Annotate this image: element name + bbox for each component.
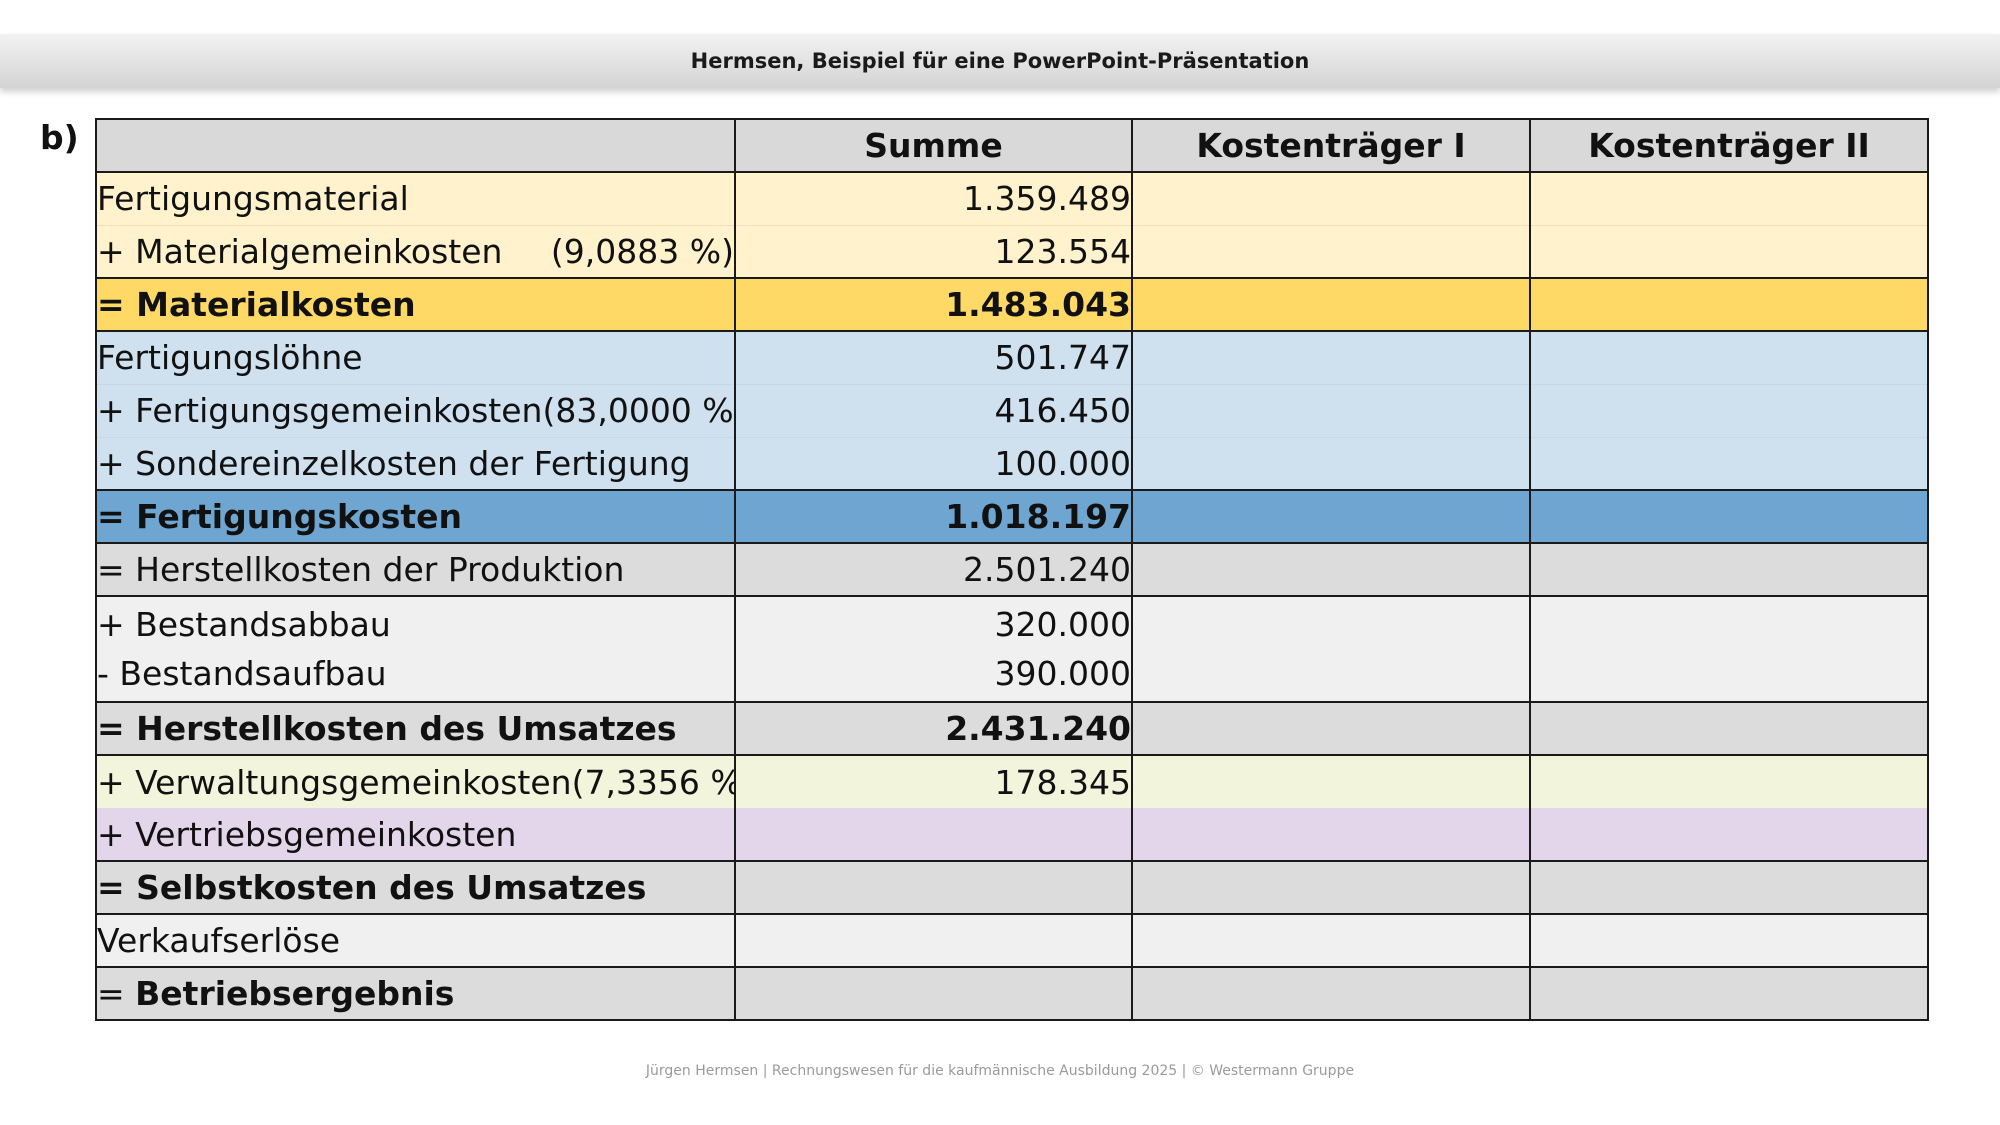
table-row: + Vertriebsgemeinkosten [95,808,1929,862]
row-label-line: + Bestandsabbau [97,605,391,644]
footer-copyright: Jürgen Hermsen | Rechnungswesen für die … [645,1063,1355,1079]
header-cell-summe: Summe [734,118,1133,173]
row-value-kt2 [1529,225,1929,279]
row-value-kt1 [1131,437,1531,491]
row-label: = Herstellkosten des Umsatzes [95,702,736,756]
row-value-summe: 1.018.197 [734,490,1133,544]
header-cell-kostentraeger-1: Kostenträger I [1131,118,1531,173]
row-label: Fertigungslöhne [95,331,736,385]
row-value-kt1 [1131,278,1531,332]
row-value-summe: 2.431.240 [734,702,1133,756]
row-label: + Vertriebsgemeinkosten [95,808,736,862]
table-row: + Sondereinzelkosten der Fertigung 100.0… [95,437,1929,491]
row-value-summe [734,967,1133,1021]
row-label: = Selbstkosten des Umsatzes [95,861,736,915]
row-value-summe [734,808,1133,862]
header-cell-kostentraeger-2: Kostenträger II [1529,118,1929,173]
row-value-kt2 [1529,702,1929,756]
row-value-kt2 [1529,596,1929,703]
row-value-kt1 [1131,384,1531,438]
table-row: = Betriebsergebnis [95,967,1929,1021]
table-row: Verkaufserlöse [95,914,1929,968]
table-row: = Selbstkosten des Umsatzes [95,861,1929,915]
row-value-summe: 123.554 [734,225,1133,279]
row-value-kt1 [1131,225,1531,279]
row-value-kt2 [1529,172,1929,226]
row-label: + Bestandsabbau - Bestandsaufbau [95,596,736,703]
row-value-kt1 [1131,755,1531,808]
row-value-kt2 [1529,278,1929,332]
part-label: b) [40,118,79,157]
row-value-summe: 178.345 [734,755,1133,808]
row-value-kt2 [1529,808,1929,862]
row-value-summe: 100.000 [734,437,1133,491]
row-value-kt2 [1529,437,1929,491]
row-label: Fertigungsmaterial [95,172,736,226]
title-bar: Hermsen, Beispiel für eine PowerPoint-Pr… [0,34,2000,88]
table-row: + Fertigungsgemeinkosten (83,0000 %) 416.… [95,384,1929,438]
row-label: + Sondereinzelkosten der Fertigung [95,437,736,491]
row-value-line: 390.000 [994,654,1131,693]
row-label: + Materialgemeinkosten (9,0883 %) [95,225,736,279]
table-header-row: Summe Kostenträger I Kostenträger II [95,118,1929,173]
row-label: = Herstellkosten der Produktion [95,543,736,597]
row-label-line: - Bestandsaufbau [97,654,387,693]
row-label: + Fertigungsgemeinkosten (83,0000 %) [95,384,736,438]
row-value-kt1 [1131,702,1531,756]
table-row: = Herstellkosten der Produktion 2.501.24… [95,543,1929,597]
row-value-kt2 [1529,967,1929,1021]
table-row: + Verwaltungsgemeinkosten(7,3356 %) 178.… [95,755,1929,808]
row-label: + Verwaltungsgemeinkosten(7,3356 %) [95,755,736,808]
cost-calculation-table: Summe Kostenträger I Kostenträger II Fer… [95,118,1929,1021]
row-value-kt2 [1529,914,1929,968]
row-label: Verkaufserlöse [95,914,736,968]
row-value-kt2 [1529,384,1929,438]
slide-title: Hermsen, Beispiel für eine PowerPoint-Pr… [690,49,1310,73]
row-value-summe: 416.450 [734,384,1133,438]
row-value-line: 320.000 [994,605,1131,644]
table-row: Fertigungsmaterial 1.359.489 [95,172,1929,226]
row-value-summe: 1.483.043 [734,278,1133,332]
table-row: = Fertigungskosten 1.018.197 [95,490,1929,544]
row-label: = Betriebsergebnis [95,967,736,1021]
row-value-summe: 1.359.489 [734,172,1133,226]
table-row: = Herstellkosten des Umsatzes 2.431.240 [95,702,1929,756]
row-value-kt2 [1529,861,1929,915]
table-row: + Bestandsabbau - Bestandsaufbau 320.000… [95,596,1929,703]
table-row: = Materialkosten 1.483.043 [95,278,1929,332]
row-value-kt1 [1131,596,1531,703]
row-value-kt1 [1131,861,1531,915]
row-value-summe [734,861,1133,915]
row-label: = Fertigungskosten [95,490,736,544]
row-value-kt2 [1529,331,1929,385]
row-value-summe: 320.000 390.000 [734,596,1133,703]
row-value-kt1 [1131,331,1531,385]
header-cell-label [95,118,736,173]
row-value-kt1 [1131,914,1531,968]
row-label: = Materialkosten [95,278,736,332]
row-value-kt1 [1131,543,1531,597]
row-value-kt1 [1131,172,1531,226]
row-value-kt2 [1529,490,1929,544]
row-value-summe [734,914,1133,968]
row-value-kt1 [1131,808,1531,862]
row-value-kt2 [1529,755,1929,808]
row-value-kt1 [1131,490,1531,544]
row-value-kt2 [1529,543,1929,597]
row-value-kt1 [1131,967,1531,1021]
table-row: Fertigungslöhne 501.747 [95,331,1929,385]
row-value-summe: 501.747 [734,331,1133,385]
row-value-summe: 2.501.240 [734,543,1133,597]
table-row: + Materialgemeinkosten (9,0883 %) 123.554 [95,225,1929,279]
